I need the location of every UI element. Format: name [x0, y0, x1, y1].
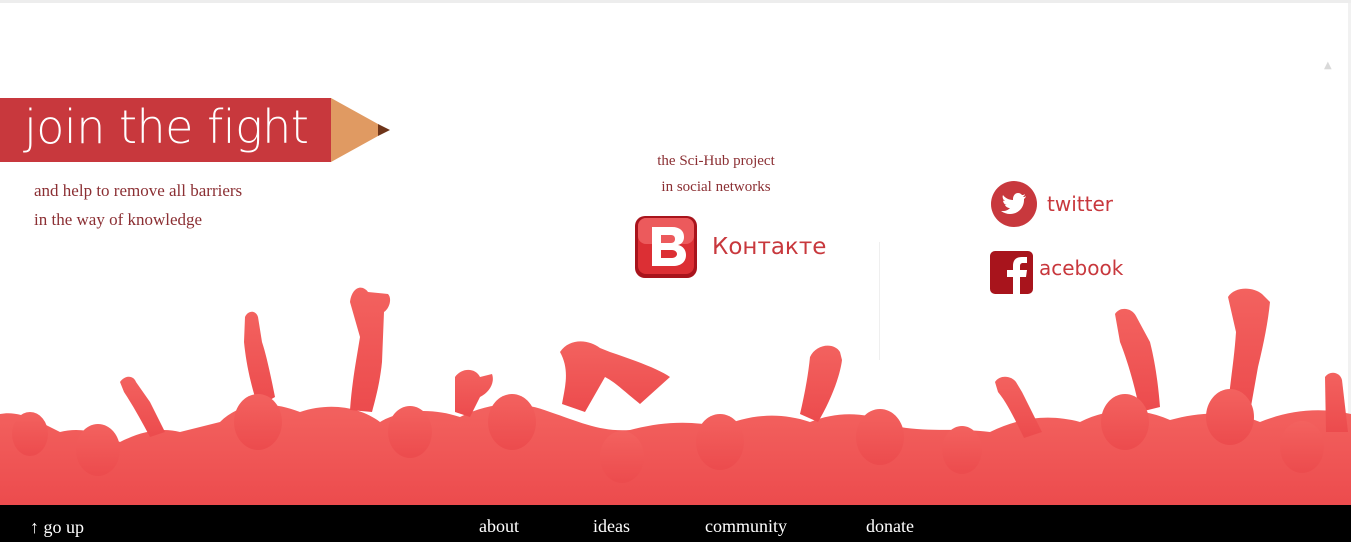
- facebook-label[interactable]: acebook: [1039, 256, 1123, 280]
- vk-label[interactable]: Контакте: [712, 234, 826, 260]
- top-border: [0, 0, 1351, 3]
- banner-body: join the fight: [0, 98, 331, 162]
- vk-link[interactable]: Контакте: [634, 215, 826, 279]
- nav-about[interactable]: about: [479, 516, 519, 537]
- vk-icon[interactable]: [634, 215, 698, 279]
- nav-community[interactable]: community: [705, 516, 787, 537]
- footer-bar: ↑ go up about ideas community donate: [0, 505, 1351, 542]
- scroll-up-arrow-icon[interactable]: ▲: [1324, 60, 1332, 71]
- crowd-silhouette-image: [0, 287, 1351, 506]
- twitter-bird-icon[interactable]: [991, 181, 1037, 227]
- social-intro-line-1: the Sci-Hub project: [657, 153, 775, 169]
- banner-subtitle: and help to remove all barriers in the w…: [34, 176, 242, 234]
- nav-ideas[interactable]: ideas: [593, 516, 630, 537]
- twitter-link[interactable]: twitter: [991, 181, 1113, 227]
- twitter-label[interactable]: twitter: [1047, 192, 1113, 216]
- subtitle-line-1: and help to remove all barriers: [34, 181, 243, 200]
- join-the-fight-banner: join the fight: [0, 98, 390, 162]
- pencil-tip-icon: [331, 98, 390, 162]
- go-up-link[interactable]: ↑ go up: [30, 517, 84, 538]
- social-intro: the Sci-Hub project in social networks: [616, 148, 816, 200]
- nav-donate[interactable]: donate: [866, 516, 914, 537]
- subtitle-line-2: in the way of knowledge: [34, 210, 203, 229]
- social-intro-line-2: in social networks: [661, 179, 771, 195]
- banner-title: join the fight: [24, 100, 309, 154]
